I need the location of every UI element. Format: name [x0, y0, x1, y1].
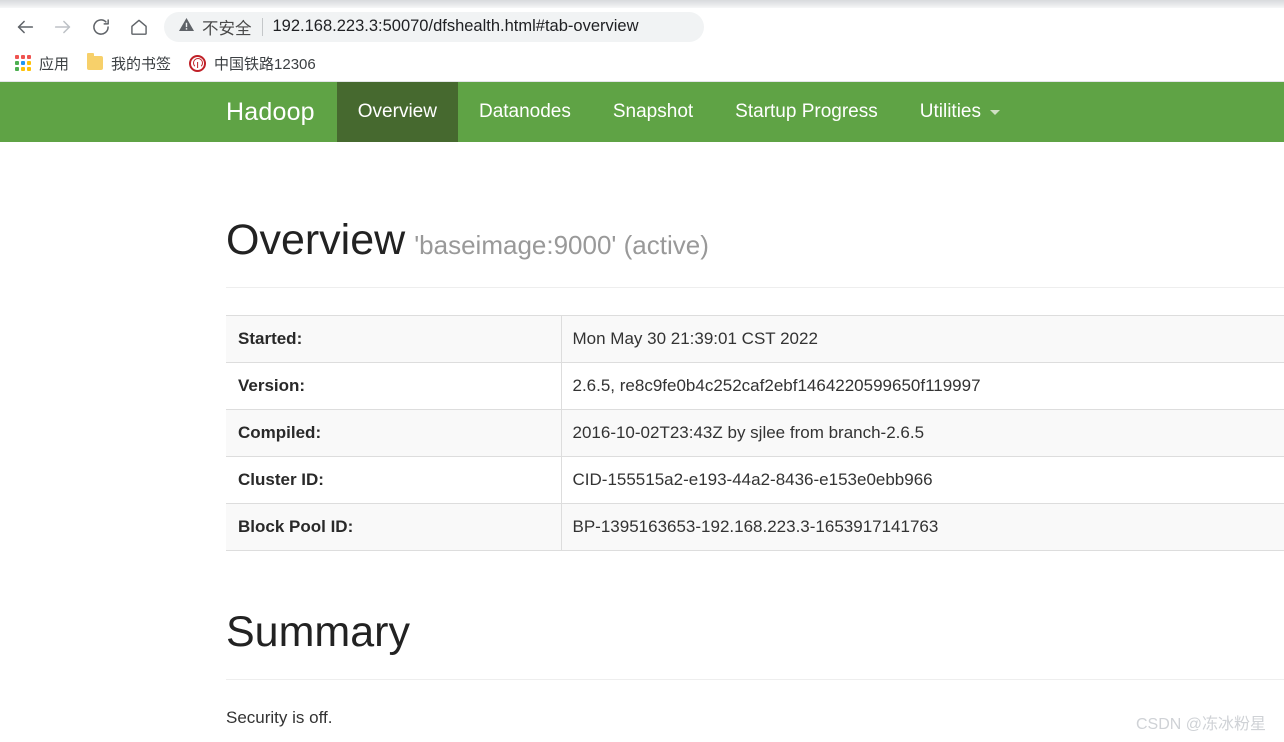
- security-label: 不安全: [202, 19, 252, 38]
- table-row: Cluster ID: CID-155515a2-e193-44a2-8436-…: [226, 456, 1284, 504]
- url-text[interactable]: 192.168.223.3:50070/dfshealth.html#tab-o…: [273, 17, 639, 36]
- table-cell-value: 2016-10-02T23:43Z by sjlee from branch-2…: [561, 409, 1284, 457]
- table-cell-key: Block Pool ID:: [226, 503, 562, 551]
- railway-12306-icon: [189, 54, 207, 72]
- table-cell-key: Cluster ID:: [226, 456, 562, 504]
- nav-tab-label: Snapshot: [612, 101, 694, 122]
- nav-tab-label: Utilities: [919, 101, 981, 122]
- nav-tab-label: Datanodes: [478, 101, 571, 122]
- bookmark-my-bookmarks[interactable]: 我的书签: [78, 49, 180, 78]
- home-button[interactable]: [120, 10, 158, 44]
- security-status-text: Security is off.: [226, 708, 333, 727]
- tab-strip: [0, 0, 1284, 8]
- back-button[interactable]: [6, 10, 44, 44]
- summary-title: Summary: [226, 608, 410, 656]
- bookmark-label: 我的书签: [111, 55, 172, 73]
- table-row: Compiled: 2016-10-02T23:43Z by sjlee fro…: [226, 409, 1284, 457]
- overview-table: Started: Mon May 30 21:39:01 CST 2022 Ve…: [226, 315, 1284, 551]
- page-content: Overview 'baseimage:9000' (active) Starte…: [0, 142, 1284, 728]
- nav-tab-snapshot[interactable]: Snapshot: [592, 82, 714, 142]
- table-cell-key: Version:: [226, 362, 562, 410]
- warning-triangle-icon: [178, 16, 195, 38]
- folder-icon: [87, 53, 104, 70]
- page-title-main: Overview: [226, 216, 406, 264]
- security-status[interactable]: 不安全: [178, 15, 252, 39]
- browser-toolbar: 不安全 192.168.223.3:50070/dfshealth.html#t…: [0, 8, 1284, 45]
- table-row: Block Pool ID: BP-1395163653-192.168.223…: [226, 503, 1284, 551]
- bookmark-apps[interactable]: 应用: [6, 49, 78, 78]
- apps-grid-icon: [15, 55, 31, 71]
- table-cell-value: 2.6.5, re8c9fe0b4c252caf2ebf146422059965…: [561, 362, 1284, 410]
- browser-chrome: 不安全 192.168.223.3:50070/dfshealth.html#t…: [0, 0, 1284, 82]
- nav-tab-utilities[interactable]: Utilities: [899, 82, 1021, 142]
- bookmark-china-railway[interactable]: 中国铁路12306: [180, 49, 325, 78]
- reload-button[interactable]: [82, 10, 120, 44]
- hadoop-navbar: Hadoop Overview Datanodes Snapshot Start…: [0, 82, 1284, 142]
- table-cell-value: CID-155515a2-e193-44a2-8436-e153e0ebb966: [561, 456, 1284, 504]
- page-title-subtitle: 'baseimage:9000' (active): [414, 230, 709, 260]
- omnibox-divider: [261, 17, 263, 36]
- forward-button[interactable]: [44, 10, 82, 44]
- table-cell-key: Started:: [226, 315, 562, 363]
- table-row: Started: Mon May 30 21:39:01 CST 2022: [226, 315, 1284, 363]
- nav-tab-label: Overview: [357, 101, 437, 122]
- nav-tab-label: Startup Progress: [735, 101, 878, 122]
- bookmark-label: 中国铁路12306: [214, 55, 316, 73]
- nav-tab-datanodes[interactable]: Datanodes: [458, 82, 592, 142]
- nav-tab-overview[interactable]: Overview: [336, 82, 458, 142]
- table-cell-key: Compiled:: [226, 409, 562, 457]
- bookmarks-bar: 应用 我的书签 中国铁路12306: [0, 45, 1284, 82]
- summary-divider: [226, 679, 1284, 680]
- table-cell-value: BP-1395163653-192.168.223.3-165391714176…: [561, 503, 1284, 551]
- address-bar[interactable]: 不安全 192.168.223.3:50070/dfshealth.html#t…: [164, 11, 704, 42]
- chevron-down-icon: [989, 109, 1000, 115]
- heading-divider: [226, 287, 1284, 288]
- page-title: Overview 'baseimage:9000' (active): [226, 142, 1284, 265]
- bookmark-label: 应用: [39, 55, 70, 73]
- nav-tab-startup-progress[interactable]: Startup Progress: [714, 82, 899, 142]
- table-cell-value: Mon May 30 21:39:01 CST 2022: [561, 315, 1284, 363]
- watermark: CSDN @冻冰粉星: [1135, 716, 1266, 733]
- brand-hadoop[interactable]: Hadoop: [226, 82, 337, 142]
- table-row: Version: 2.6.5, re8c9fe0b4c252caf2ebf146…: [226, 362, 1284, 410]
